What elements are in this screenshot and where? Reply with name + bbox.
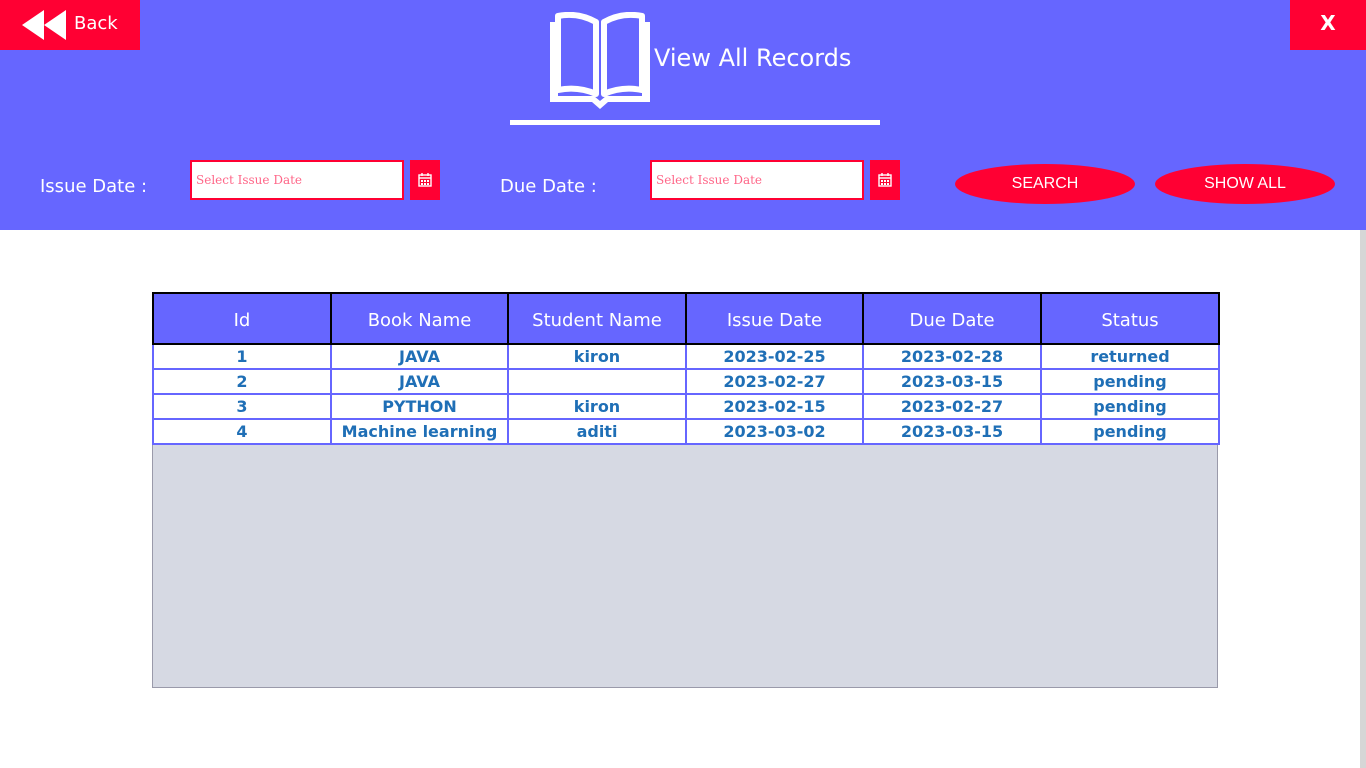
cell-id: 2: [152, 368, 332, 395]
cell-student-name: kiron: [507, 393, 687, 420]
cell-student-name: kiron: [507, 343, 687, 370]
cell-id: 4: [152, 418, 332, 445]
column-header-student-name[interactable]: Student Name: [507, 292, 687, 345]
table-header-row: Id Book Name Student Name Issue Date Due…: [152, 292, 1220, 345]
column-header-issue-date[interactable]: Issue Date: [685, 292, 864, 345]
cell-book-name: JAVA: [330, 368, 509, 395]
issue-date-label: Issue Date :: [40, 176, 148, 197]
show-all-button[interactable]: SHOW ALL: [1155, 164, 1335, 204]
cell-id: 1: [152, 343, 332, 370]
issue-date-input[interactable]: [190, 160, 404, 200]
header-bar: Back X View All Records Issue Date : Due…: [0, 0, 1366, 230]
cell-due-date: 2023-02-28: [862, 343, 1042, 370]
calendar-icon: [418, 173, 432, 187]
records-table-panel: Id Book Name Student Name Issue Date Due…: [152, 292, 1220, 688]
column-header-due-date[interactable]: Due Date: [862, 292, 1042, 345]
rewind-icon: [22, 10, 66, 40]
due-date-label: Due Date :: [500, 176, 597, 197]
cell-due-date: 2023-03-15: [862, 368, 1042, 395]
issue-date-calendar-button[interactable]: [410, 160, 440, 200]
cell-due-date: 2023-03-15: [862, 418, 1042, 445]
table-row[interactable]: 4 Machine learning aditi 2023-03-02 2023…: [152, 418, 1220, 445]
back-button[interactable]: Back: [0, 0, 140, 50]
cell-due-date: 2023-02-27: [862, 393, 1042, 420]
table-row[interactable]: 3 PYTHON kiron 2023-02-15 2023-02-27 pen…: [152, 393, 1220, 420]
cell-student-name: aditi: [507, 418, 687, 445]
search-button[interactable]: SEARCH: [955, 164, 1135, 204]
cell-issue-date: 2023-02-25: [685, 343, 864, 370]
window-scrollbar[interactable]: [1360, 230, 1366, 768]
cell-student-name: [507, 368, 687, 395]
cell-book-name: Machine learning: [330, 418, 509, 445]
cell-status: returned: [1040, 343, 1220, 370]
column-header-id[interactable]: Id: [152, 292, 332, 345]
cell-status: pending: [1040, 368, 1220, 395]
records-table: Id Book Name Student Name Issue Date Due…: [152, 292, 1220, 445]
table-row[interactable]: 1 JAVA kiron 2023-02-25 2023-02-28 retur…: [152, 343, 1220, 370]
column-header-status[interactable]: Status: [1040, 292, 1220, 345]
calendar-icon: [878, 173, 892, 187]
close-button[interactable]: X: [1290, 0, 1366, 50]
back-label: Back: [74, 13, 118, 34]
open-book-icon: [550, 12, 650, 109]
cell-status: pending: [1040, 393, 1220, 420]
due-date-input[interactable]: [650, 160, 864, 200]
column-header-book-name[interactable]: Book Name: [330, 292, 509, 345]
table-row[interactable]: 2 JAVA 2023-02-27 2023-03-15 pending: [152, 368, 1220, 395]
cell-book-name: PYTHON: [330, 393, 509, 420]
cell-issue-date: 2023-03-02: [685, 418, 864, 445]
cell-book-name: JAVA: [330, 343, 509, 370]
cell-issue-date: 2023-02-15: [685, 393, 864, 420]
page-title: View All Records: [654, 44, 852, 72]
cell-status: pending: [1040, 418, 1220, 445]
title-divider: [510, 120, 880, 125]
due-date-calendar-button[interactable]: [870, 160, 900, 200]
cell-id: 3: [152, 393, 332, 420]
cell-issue-date: 2023-02-27: [685, 368, 864, 395]
